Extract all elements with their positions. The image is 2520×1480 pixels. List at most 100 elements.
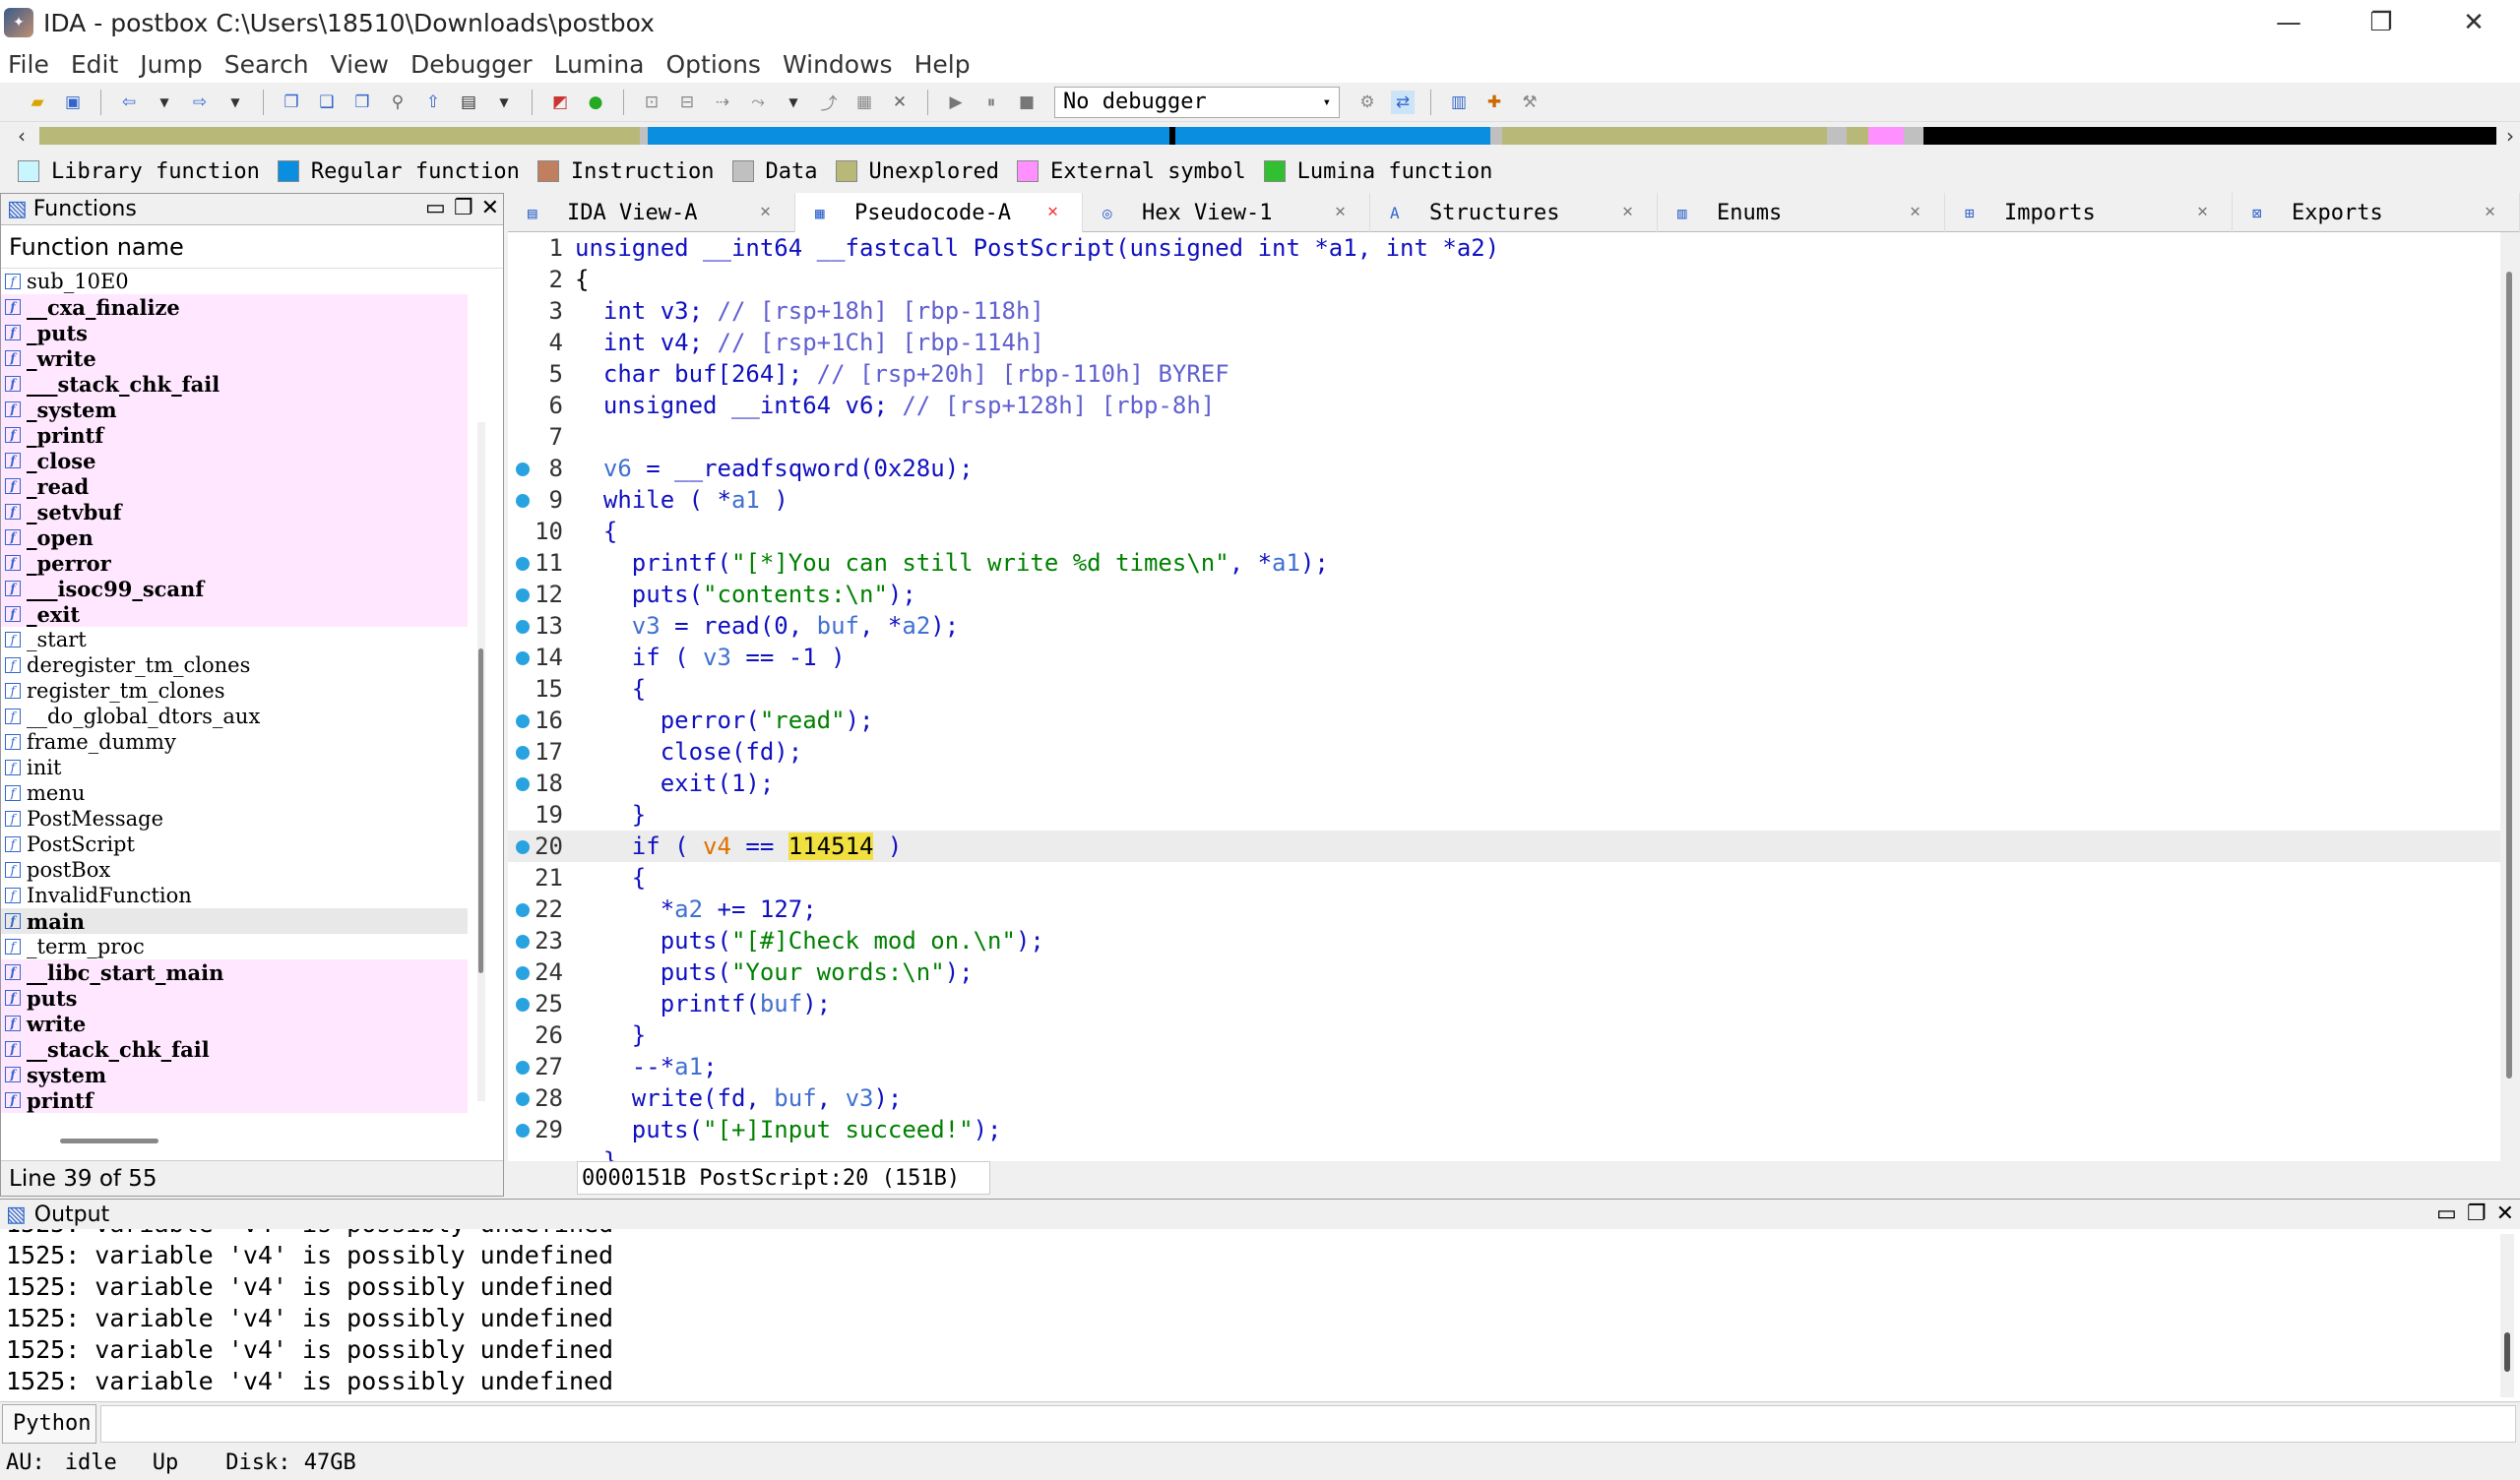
tab-structures[interactable]: A Structures ✕ [1370,193,1658,232]
code-line[interactable]: 17 close(fd); [508,736,2500,768]
code-line[interactable]: 1 unsigned __int64 __fastcall PostScript(… [508,232,2500,264]
python-command-input[interactable] [100,1404,2516,1443]
stop-icon[interactable]: ■ [1015,91,1039,114]
function-list-item[interactable]: f __libc_start_main [1,959,468,985]
breakpoint-dot-icon[interactable] [516,620,530,634]
breakpoint-dot-icon[interactable] [516,840,530,854]
menu-jump[interactable]: Jump [140,50,202,79]
function-list-item[interactable]: f write [1,1011,468,1036]
breakpoint-icon[interactable]: ⊡ [640,91,663,114]
pseudocode-view[interactable]: 1 unsigned __int64 __fastcall PostScript(… [508,232,2500,1161]
function-list-item[interactable]: f _read [1,473,468,499]
trace-icon[interactable]: ⤴ [817,91,841,114]
function-list-item[interactable]: f _printf [1,422,468,448]
close-window-button[interactable]: ✕ [2427,0,2520,45]
green-status-icon[interactable]: ● [584,91,607,114]
code-line[interactable]: 14 if ( v3 == -1 ) [508,642,2500,673]
function-list-item[interactable]: f _setvbuf [1,499,468,524]
code-line[interactable]: 8 v6 = __readfsqword(0x28u); [508,453,2500,484]
minimize-button[interactable]: — [2242,0,2335,45]
code-line[interactable]: 11 printf("[*]You can still write %d tim… [508,547,2500,579]
function-list-item[interactable]: f puts [1,985,468,1011]
breakpoint-dot-icon[interactable] [516,651,530,665]
tab-hex-view-1[interactable]: ◎ Hex View-1 ✕ [1083,193,1370,232]
search-binary-icon[interactable]: ⚲ [386,91,410,114]
code-line[interactable]: 28 write(fd, buf, v3); [508,1082,2500,1114]
breakpoint-dot-icon[interactable] [516,1124,530,1138]
breakpoint-dot-icon[interactable] [516,1092,530,1106]
python-language-button[interactable]: Python [2,1403,96,1444]
code-line[interactable]: 3 int v3; // [rsp+18h] [rbp-118h] [508,295,2500,327]
function-list-item[interactable]: f _puts [1,320,468,345]
menu-view[interactable]: View [331,50,389,79]
jump-up-icon[interactable]: ⇧ [421,91,445,114]
nav-right-icon[interactable]: › [2506,124,2514,148]
maximize-panel-icon[interactable]: ▭ [425,196,446,220]
back-arrow-icon[interactable]: ⇦ [117,91,141,114]
code-line[interactable]: 15 { [508,673,2500,705]
cancel-icon[interactable]: ✕ [888,91,912,114]
close-tab-icon[interactable]: ✕ [2197,201,2208,221]
code-line[interactable]: 7 [508,421,2500,453]
function-list-item[interactable]: f printf [1,1087,468,1113]
pseudocode-scrollbar[interactable] [2500,232,2520,1161]
menu-options[interactable]: Options [665,50,760,79]
maximize-button[interactable]: ❐ [2335,0,2427,45]
functions-horizontal-scrollbar[interactable] [60,1139,158,1143]
function-list-item[interactable]: f menu [1,780,468,806]
snapshot-icon[interactable]: ▦ [852,91,876,114]
code-line[interactable]: 6 unsigned __int64 v6; // [rsp+128h] [rb… [508,390,2500,421]
function-list-item[interactable]: f register_tm_clones [1,678,468,704]
float-panel-icon[interactable]: ❐ [454,196,473,220]
breakpoint-dot-icon[interactable] [516,777,530,791]
debugger-select[interactable]: No debugger ▾ [1054,86,1340,118]
tab-imports[interactable]: ⊞ Imports ✕ [1945,193,2233,232]
tab-pseudocode-a[interactable]: ▦ Pseudocode-A ✕ [795,193,1083,232]
run-to-icon[interactable]: ⤳ [746,91,770,114]
breakpoint-dot-icon[interactable] [516,557,530,571]
code-line[interactable]: 22 *a2 += 127; [508,894,2500,925]
step-over-icon[interactable]: ⇢ [711,91,734,114]
code-line[interactable]: 29 puts("[+]Input succeed!"); [508,1114,2500,1145]
breakpoint-dot-icon[interactable] [516,462,530,476]
tab-exports[interactable]: ⊠ Exports ✕ [2233,193,2520,232]
maximize-panel-icon[interactable]: ▭ [2436,1202,2457,1226]
breakpoint-dot-icon[interactable] [516,966,530,980]
code-line[interactable]: 13 v3 = read(0, buf, *a2); [508,610,2500,642]
save-icon[interactable]: ▣ [61,91,85,114]
code-line[interactable]: 5 char buf[264]; // [rsp+20h] [rbp-110h]… [508,358,2500,390]
menu-lumina[interactable]: Lumina [554,50,645,79]
binary-paste-icon[interactable]: ❒ [350,91,374,114]
function-list-item[interactable]: f __do_global_dtors_aux [1,704,468,729]
code-line[interactable]: 10 { [508,516,2500,547]
close-tab-icon[interactable]: ✕ [760,201,771,221]
menu-help[interactable]: Help [914,50,971,79]
float-panel-icon[interactable]: ❐ [2467,1202,2487,1226]
code-line[interactable]: 16 perror("read"); [508,705,2500,736]
plugin-icon[interactable]: ✚ [1482,91,1506,114]
navigation-bar[interactable] [39,127,2496,145]
step-into-icon[interactable]: ⊟ [675,91,699,114]
close-tab-icon[interactable]: ✕ [1047,201,1058,221]
function-list-item[interactable]: f _perror [1,550,468,576]
output-scrollbar[interactable] [2500,1234,2514,1397]
code-line[interactable]: 21 { [508,862,2500,894]
open-file-icon[interactable]: ▰ [26,91,49,114]
menu-debugger[interactable]: Debugger [410,50,533,79]
function-list-item[interactable]: f ___isoc99_scanf [1,576,468,601]
forward-dropdown-icon[interactable]: ▼ [223,91,247,114]
function-list-item[interactable]: f init [1,755,468,780]
close-tab-icon[interactable]: ✕ [1335,201,1346,221]
text-search-icon[interactable]: ▤ [457,91,480,114]
close-panel-icon[interactable]: ✕ [2496,1202,2514,1226]
breakpoint-dot-icon[interactable] [516,935,530,949]
nav-left-icon[interactable]: ‹ [18,124,26,148]
sync-icon[interactable]: ⇄ [1391,90,1415,114]
text-dropdown-icon[interactable]: ▼ [492,91,516,114]
function-list-item[interactable]: f deregister_tm_clones [1,652,468,678]
menu-file[interactable]: File [8,50,49,79]
forward-arrow-icon[interactable]: ⇨ [188,91,212,114]
breakpoint-dot-icon[interactable] [516,588,530,602]
close-tab-icon[interactable]: ✕ [1622,201,1633,221]
function-list-item[interactable]: f _start [1,627,468,652]
